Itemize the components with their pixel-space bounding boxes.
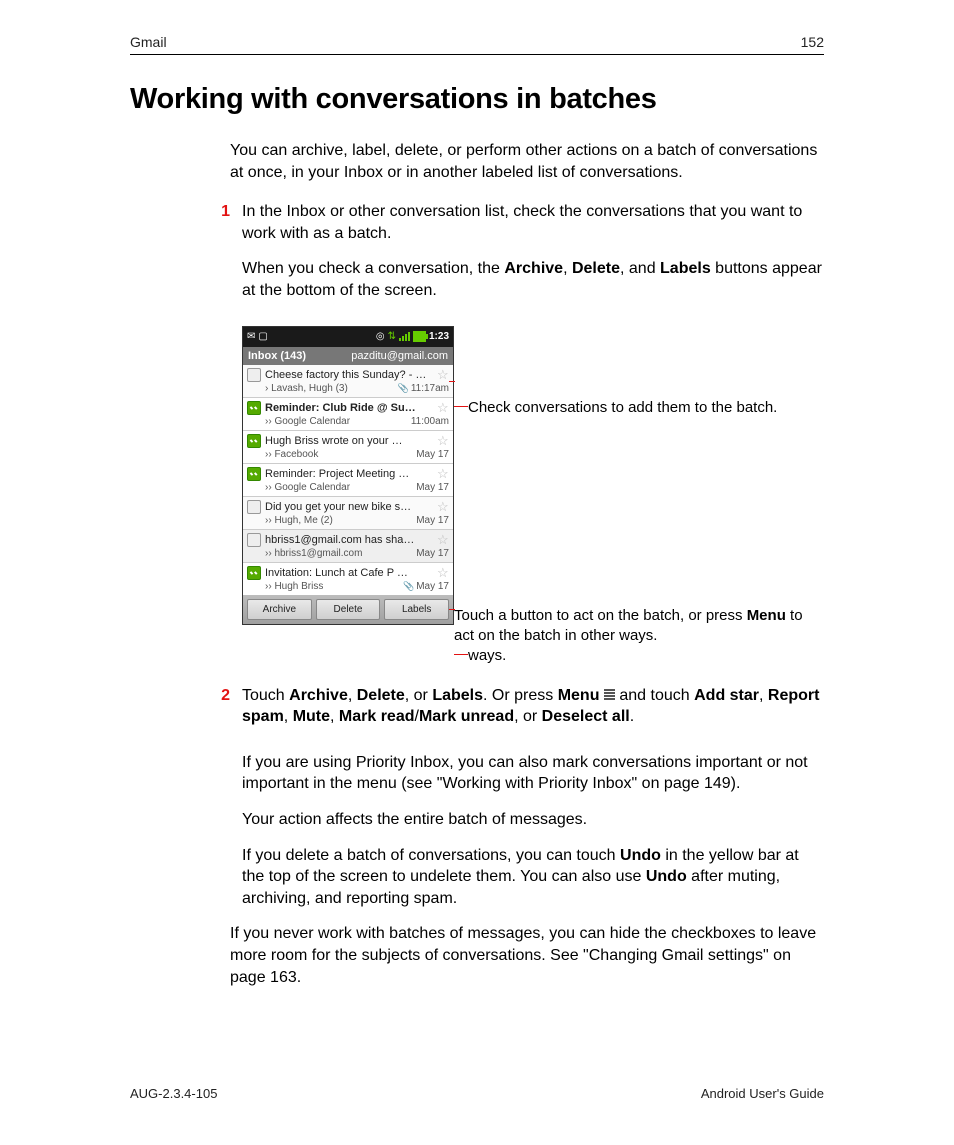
step-1-follow: When you check a conversation, the Archi… bbox=[242, 258, 824, 301]
sender: ›› Facebook bbox=[265, 449, 318, 460]
subject: Cheese factory this Sunday? - … bbox=[265, 369, 433, 381]
callout-line-icon bbox=[454, 406, 468, 407]
checkbox[interactable] bbox=[247, 434, 261, 448]
gps-icon: ◎ bbox=[376, 331, 385, 342]
step-1-text: In the Inbox or other conversation list,… bbox=[242, 201, 824, 244]
menu-icon bbox=[604, 688, 615, 701]
subject: Did you get your new bike s… bbox=[265, 501, 433, 513]
archive-button[interactable]: Archive bbox=[247, 599, 312, 620]
star-icon[interactable]: ☆ bbox=[437, 402, 449, 414]
sender: ›› Google Calendar bbox=[265, 482, 350, 493]
sender: ›› Hugh, Me (2) bbox=[265, 515, 333, 526]
checkbox[interactable] bbox=[247, 533, 261, 547]
conversation-list: Cheese factory this Sunday? - … ☆ › Lavash… bbox=[243, 365, 453, 595]
status-right-icons: ◎ ⇅ 1:23 bbox=[376, 331, 449, 342]
status-time: 1:23 bbox=[429, 331, 449, 342]
star-icon[interactable]: ☆ bbox=[437, 468, 449, 480]
callout-line-icon bbox=[449, 381, 455, 382]
mail-icon: ✉ bbox=[247, 331, 255, 342]
data-icon: ⇅ bbox=[388, 331, 396, 342]
page-number: 152 bbox=[801, 34, 824, 50]
timestamp: May 17 bbox=[416, 515, 449, 526]
callout-line-icon bbox=[454, 654, 468, 655]
status-left-icons: ✉ ▢ bbox=[247, 331, 268, 342]
sender: › Lavash, Hugh (3) bbox=[265, 383, 348, 394]
account-email: pazditu@gmail.com bbox=[351, 350, 448, 362]
attachment-icon: 📎 bbox=[398, 383, 409, 393]
doc-id: AUG-2.3.4-105 bbox=[130, 1086, 217, 1101]
star-icon[interactable]: ☆ bbox=[437, 534, 449, 546]
timestamp: May 17 bbox=[416, 482, 449, 493]
timestamp: 📎May 17 bbox=[403, 581, 449, 592]
phone-screenshot: ✉ ▢ ◎ ⇅ 1:23 Inbox (143) pazditu@gmail.c… bbox=[242, 326, 454, 625]
followup-1: If you are using Priority Inbox, you can… bbox=[242, 752, 824, 795]
followup-3: If you delete a batch of conversations, … bbox=[242, 845, 824, 910]
conversation-row[interactable]: Cheese factory this Sunday? - … ☆ › Lavash… bbox=[243, 365, 453, 397]
battery-icon bbox=[413, 331, 426, 342]
status-bar: ✉ ▢ ◎ ⇅ 1:23 bbox=[243, 327, 453, 347]
checkbox[interactable] bbox=[247, 566, 261, 580]
star-icon[interactable]: ☆ bbox=[437, 435, 449, 447]
page-title: Working with conversations in batches bbox=[130, 83, 824, 116]
conversation-row[interactable]: Reminder: Club Ride @ Su… ☆ ›› Google Cale… bbox=[243, 397, 453, 430]
step-1: 1 In the Inbox or other conversation lis… bbox=[216, 201, 824, 315]
conversation-row[interactable]: Hugh Briss wrote on your … ☆ ›› Facebook Ma… bbox=[243, 430, 453, 463]
section-name: Gmail bbox=[130, 34, 167, 50]
action-bar: Archive Delete Labels bbox=[243, 595, 453, 624]
sender: ›› Hugh Briss bbox=[265, 581, 323, 592]
timestamp: May 17 bbox=[416, 449, 449, 460]
conversation-row[interactable]: hbriss1@gmail.com has sha… ☆ ›› hbriss1@gm… bbox=[243, 529, 453, 562]
figure: ✉ ▢ ◎ ⇅ 1:23 Inbox (143) pazditu@gmail.c… bbox=[242, 326, 824, 667]
labels-button[interactable]: Labels bbox=[384, 599, 449, 620]
callout-2: Touch a button to act on the batch, or p… bbox=[454, 606, 824, 667]
star-icon[interactable]: ☆ bbox=[437, 567, 449, 579]
callout-line-icon bbox=[449, 609, 455, 610]
followup-2: Your action affects the entire batch of … bbox=[242, 809, 824, 831]
conversation-row[interactable]: Did you get your new bike s… ☆ ›› Hugh, Me… bbox=[243, 496, 453, 529]
subject: Hugh Briss wrote on your … bbox=[265, 435, 433, 447]
checkbox[interactable] bbox=[247, 368, 261, 382]
star-icon[interactable]: ☆ bbox=[437, 501, 449, 513]
delete-button[interactable]: Delete bbox=[316, 599, 381, 620]
callout-1: Check conversations to add them to the b… bbox=[454, 398, 824, 418]
sender: ›› Google Calendar bbox=[265, 416, 350, 427]
checkbox[interactable] bbox=[247, 467, 261, 481]
step-number: 1 bbox=[216, 201, 230, 315]
subject: hbriss1@gmail.com has sha… bbox=[265, 534, 433, 546]
timestamp: 📎11:17am bbox=[398, 383, 449, 394]
checkbox[interactable] bbox=[247, 401, 261, 415]
doc-title: Android User's Guide bbox=[701, 1086, 824, 1101]
figure-callouts: Check conversations to add them to the b… bbox=[454, 326, 824, 667]
conversation-row[interactable]: Reminder: Project Meeting … ☆ ›› Google Ca… bbox=[243, 463, 453, 496]
inbox-header: Inbox (143) pazditu@gmail.com bbox=[243, 347, 453, 365]
square-icon: ▢ bbox=[258, 331, 267, 342]
subject: Reminder: Project Meeting … bbox=[265, 468, 433, 480]
closing-paragraph: If you never work with batches of messag… bbox=[230, 923, 824, 988]
running-header: Gmail 152 bbox=[130, 34, 824, 55]
step-2: 2 Touch Archive, Delete, or Labels. Or p… bbox=[216, 685, 824, 742]
signal-icon bbox=[399, 332, 410, 341]
sender: ›› hbriss1@gmail.com bbox=[265, 548, 362, 559]
attachment-icon: 📎 bbox=[403, 581, 414, 591]
page-footer: AUG-2.3.4-105 Android User's Guide bbox=[130, 1086, 824, 1101]
step-number: 2 bbox=[216, 685, 230, 742]
step-2-text: Touch Archive, Delete, or Labels. Or pre… bbox=[242, 685, 824, 728]
conversation-row[interactable]: Invitation: Lunch at Cafe P … ☆ ›› Hugh Br… bbox=[243, 562, 453, 595]
intro-paragraph: You can archive, label, delete, or perfo… bbox=[230, 140, 824, 183]
checkbox[interactable] bbox=[247, 500, 261, 514]
inbox-label: Inbox (143) bbox=[248, 350, 306, 362]
timestamp: 11:00am bbox=[411, 416, 449, 427]
subject: Invitation: Lunch at Cafe P … bbox=[265, 567, 433, 579]
star-icon[interactable]: ☆ bbox=[437, 369, 449, 381]
subject: Reminder: Club Ride @ Su… bbox=[265, 402, 433, 414]
timestamp: May 17 bbox=[416, 548, 449, 559]
